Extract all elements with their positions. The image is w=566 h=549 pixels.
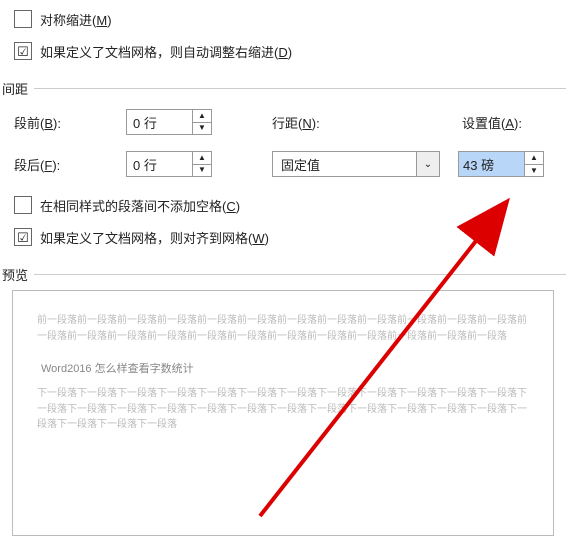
- line-spacing-label: 行距(N):: [272, 113, 422, 132]
- line-spacing-select[interactable]: 固定值 ⌄: [272, 151, 440, 177]
- chevron-down-icon[interactable]: ⌄: [416, 152, 439, 176]
- chevron-up-icon[interactable]: ▲: [193, 152, 211, 165]
- space-after-label: 段后(F):: [0, 155, 126, 174]
- chevron-down-icon[interactable]: ▼: [525, 165, 543, 177]
- spacing-section-header: 间距: [2, 78, 566, 98]
- space-before-spinner[interactable]: 0 行 ▲ ▼: [126, 109, 212, 135]
- preview-before-text: 前一段落前一段落前一段落前一段落前一段落前一段落前一段落前一段落前一段落前一段落…: [37, 313, 529, 344]
- preview-section-header: 预览: [2, 264, 566, 284]
- no-space-same-style-label: 在相同样式的段落间不添加空格(C): [40, 196, 240, 215]
- snap-grid-checkbox[interactable]: ☑: [14, 228, 32, 246]
- at-value-spinner[interactable]: 43 磅 ▲ ▼: [458, 151, 544, 177]
- preview-pane: 前一段落前一段落前一段落前一段落前一段落前一段落前一段落前一段落前一段落前一段落…: [12, 290, 554, 536]
- chevron-down-icon[interactable]: ▼: [193, 165, 211, 177]
- space-after-spinner[interactable]: 0 行 ▲ ▼: [126, 151, 212, 177]
- chevron-up-icon[interactable]: ▲: [193, 110, 211, 123]
- auto-adjust-right-indent-checkbox[interactable]: ☑: [14, 42, 32, 60]
- chevron-up-icon[interactable]: ▲: [525, 152, 543, 165]
- symmetric-indent-label: 对称缩进(M): [40, 10, 112, 29]
- preview-after-text: 下一段落下一段落下一段落下一段落下一段落下一段落下一段落下一段落下一段落下一段落…: [37, 386, 529, 433]
- symmetric-indent-checkbox[interactable]: [14, 10, 32, 28]
- no-space-same-style-checkbox[interactable]: [14, 196, 32, 214]
- snap-grid-label: 如果定义了文档网格，则对齐到网格(W): [40, 228, 269, 247]
- chevron-down-icon[interactable]: ▼: [193, 123, 211, 135]
- space-before-label: 段前(B):: [0, 113, 126, 132]
- auto-adjust-right-indent-label: 如果定义了文档网格，则自动调整右缩进(D): [40, 42, 292, 61]
- preview-body-text: Word2016 怎么样查看字数统计: [41, 360, 529, 376]
- at-value-label: 设置值(A):: [462, 113, 522, 132]
